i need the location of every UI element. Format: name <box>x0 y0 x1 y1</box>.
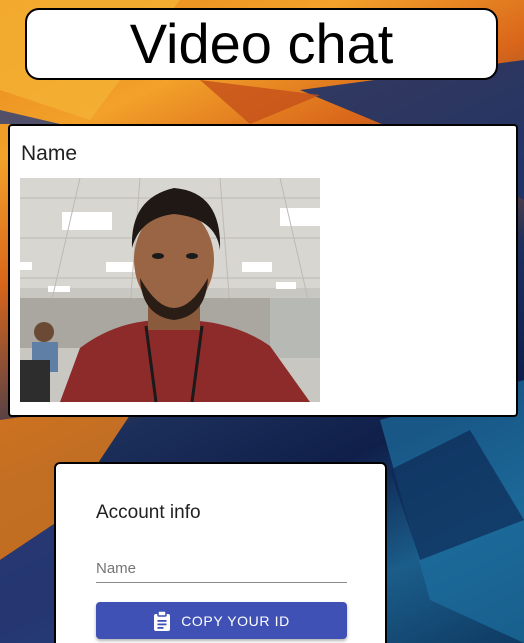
title-box: Video chat <box>25 8 498 80</box>
copy-id-label: COPY YOUR ID <box>181 612 290 629</box>
local-video-feed <box>20 178 320 402</box>
local-video-card: Name <box>8 124 518 417</box>
page-title: Video chat <box>129 12 394 75</box>
name-input[interactable] <box>96 554 347 583</box>
account-info-card: Account info COPY YOUR ID <box>54 462 387 643</box>
video-name-label: Name <box>21 142 78 165</box>
webcam-image <box>20 178 320 402</box>
clipboard-icon <box>153 610 171 631</box>
copy-id-button[interactable]: COPY YOUR ID <box>96 602 347 639</box>
account-info-title: Account info <box>96 502 201 523</box>
